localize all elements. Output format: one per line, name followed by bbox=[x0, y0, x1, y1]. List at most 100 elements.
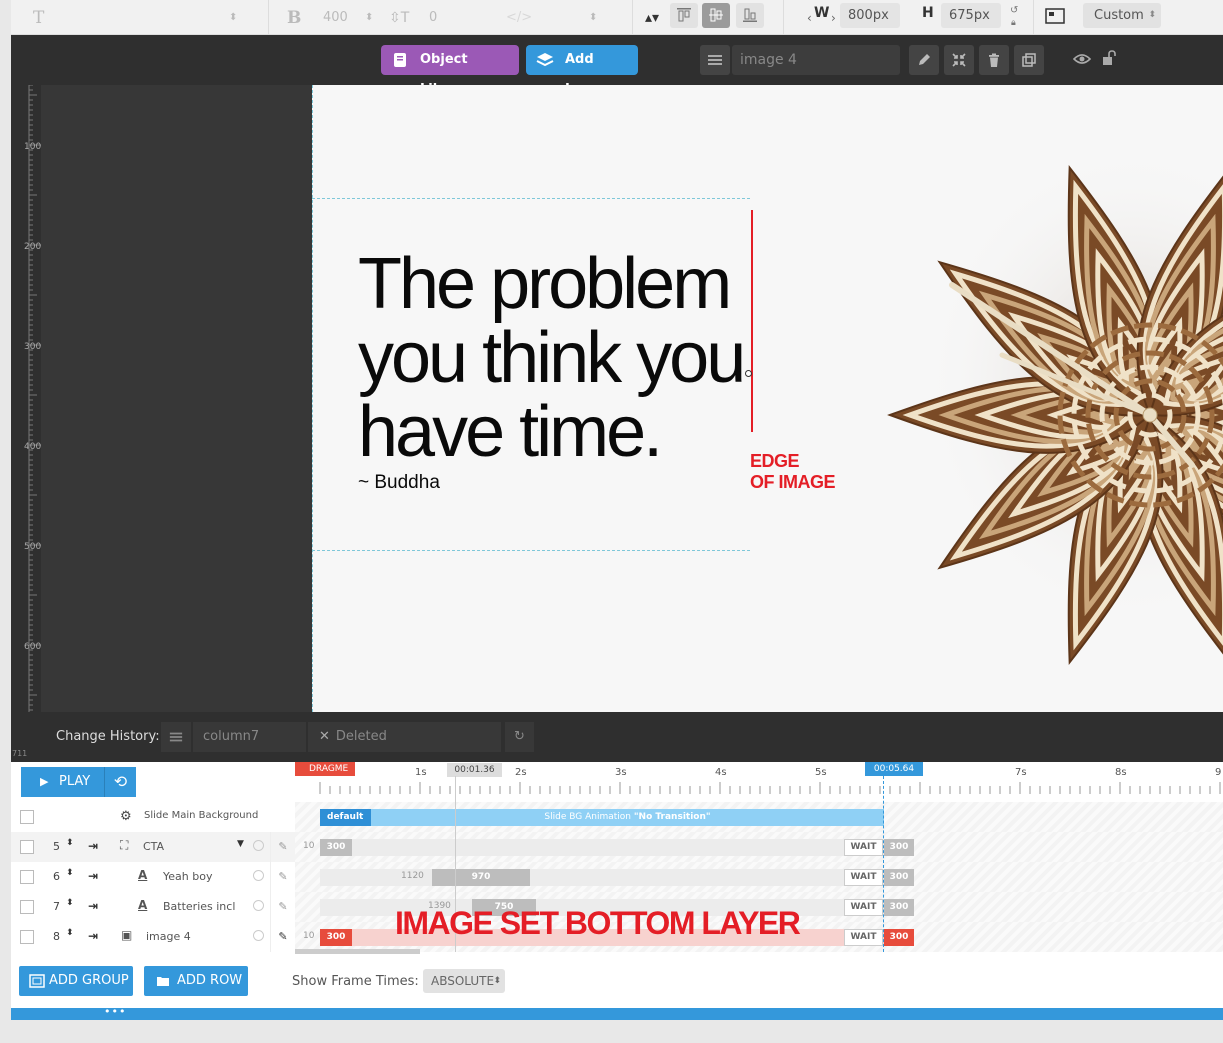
pencil-icon[interactable]: ✎ bbox=[270, 862, 295, 892]
wait-badge[interactable]: WAIT bbox=[844, 869, 883, 886]
sort-arrows-icon[interactable]: ⬍ bbox=[66, 838, 74, 848]
lock-ratio-icon[interactable]: 🔒︎ bbox=[1011, 12, 1016, 34]
pencil-icon[interactable]: ✎ bbox=[270, 892, 295, 922]
width-input[interactable]: 800px bbox=[840, 3, 900, 28]
row-checkbox[interactable] bbox=[20, 840, 34, 854]
align-bottom-button[interactable] bbox=[736, 3, 764, 28]
timeline-tick-label: 7s bbox=[1015, 767, 1027, 778]
layer-in-animation[interactable]: 300 bbox=[320, 839, 352, 856]
dragme-handle[interactable]: DRAGME bbox=[295, 762, 355, 776]
layer-name-input[interactable]: image 4 bbox=[732, 45, 900, 75]
select-arrows-icon: ⬍ bbox=[493, 976, 501, 986]
layer-name: Yeah boy bbox=[163, 870, 213, 883]
bg-animation-bar[interactable]: Slide BG Animation "No Transition" bbox=[371, 809, 884, 826]
history-rewind-icon[interactable]: ⟲ bbox=[104, 767, 136, 797]
history-item-field[interactable]: column7 bbox=[193, 722, 306, 752]
caret-down-icon[interactable]: ▼ bbox=[237, 839, 244, 849]
align-end-icon[interactable]: ⇥ bbox=[88, 899, 98, 913]
row-checkbox[interactable] bbox=[20, 810, 34, 824]
stepper-icon[interactable]: ⬍ bbox=[589, 7, 597, 29]
history-menu-button[interactable] bbox=[161, 722, 191, 752]
add-row-button[interactable]: ADD ROW bbox=[144, 966, 248, 996]
font-weight-value[interactable]: 400 bbox=[323, 7, 348, 29]
quote-line: have time. bbox=[358, 392, 663, 463]
layer-index: 7 bbox=[53, 900, 60, 913]
layer-menu-button[interactable] bbox=[700, 45, 730, 75]
unlock-icon[interactable] bbox=[1101, 50, 1117, 69]
layer-in-animation[interactable]: 970 bbox=[432, 869, 530, 886]
quote-text-layer[interactable]: The problem is you think you have time. bbox=[358, 247, 750, 463]
pencil-icon[interactable]: ✎ bbox=[270, 832, 295, 862]
align-end-icon[interactable]: ⇥ bbox=[88, 869, 98, 883]
history-refresh-button[interactable]: ↻ bbox=[505, 722, 534, 752]
frame-times-select[interactable]: ABSOLUTE ⬍ bbox=[423, 969, 505, 993]
layer-duration-bar[interactable] bbox=[320, 839, 884, 856]
delete-layer-button[interactable] bbox=[979, 45, 1009, 75]
sort-arrows-icon[interactable]: ⬍ bbox=[66, 868, 74, 878]
height-input[interactable]: 675px bbox=[941, 3, 1001, 28]
wooden-clock-image[interactable] bbox=[832, 85, 1223, 705]
layer-out-animation[interactable]: 300 bbox=[884, 869, 914, 886]
visibility-toggle-icon[interactable] bbox=[253, 900, 264, 911]
slide-canvas[interactable]: The problem is you think you have time. … bbox=[312, 85, 1223, 712]
align-middle-button[interactable] bbox=[702, 3, 730, 28]
layer-out-animation[interactable]: 300 bbox=[884, 839, 914, 856]
line-height-value[interactable]: 0 bbox=[429, 7, 437, 29]
wait-badge[interactable]: WAIT bbox=[844, 899, 883, 916]
align-end-icon[interactable]: ⇥ bbox=[88, 929, 98, 943]
group-icon: ⛶ bbox=[120, 838, 129, 852]
visibility-toggle-icon[interactable] bbox=[253, 870, 264, 881]
wait-badge[interactable]: WAIT bbox=[844, 839, 883, 856]
add-group-button[interactable]: ADD GROUP bbox=[19, 966, 133, 996]
history-status-field[interactable]: ✕ Deleted bbox=[308, 722, 501, 752]
layer-name: Batteries incl bbox=[163, 900, 236, 913]
gear-icon[interactable]: ⚙ bbox=[120, 809, 132, 824]
sort-arrows-icon[interactable]: ⬍ bbox=[66, 898, 74, 908]
row-checkbox[interactable] bbox=[20, 930, 34, 944]
code-icon[interactable]: </> bbox=[506, 7, 532, 29]
slide-end-time-badge[interactable]: 00:05.64 bbox=[865, 762, 923, 776]
editor-toolbar: Object Library Add Layer image 4 bbox=[11, 35, 1223, 97]
pencil-icon bbox=[919, 54, 930, 65]
close-icon: ✕ bbox=[319, 729, 330, 744]
align-top-button[interactable] bbox=[670, 3, 698, 28]
author-text-layer[interactable]: ~ Buddha bbox=[358, 472, 440, 494]
size-mode-select[interactable]: Custom ⬍ bbox=[1083, 3, 1161, 28]
edit-layer-button[interactable] bbox=[909, 45, 939, 75]
z-order-icon[interactable]: ▴▾ bbox=[645, 7, 659, 29]
row-checkbox[interactable] bbox=[20, 870, 34, 884]
play-button[interactable]: ▶ PLAY ⟲ bbox=[21, 767, 136, 797]
pencil-icon[interactable]: ✎ bbox=[270, 922, 295, 952]
bg-default-badge[interactable]: default bbox=[320, 809, 371, 826]
ruler-label: 600 bbox=[24, 642, 41, 652]
add-layer-button[interactable]: Add Layer bbox=[526, 45, 638, 97]
history-status: Deleted bbox=[335, 729, 387, 744]
visibility-toggle-icon[interactable] bbox=[253, 930, 264, 941]
layer-out-animation[interactable]: 300 bbox=[884, 899, 914, 916]
font-family-icon[interactable]: T bbox=[33, 7, 44, 29]
duplicate-layer-button[interactable] bbox=[1014, 45, 1044, 75]
visibility-toggle-icon[interactable] bbox=[253, 840, 264, 851]
stepper-icon[interactable]: ⬍ bbox=[365, 7, 373, 29]
row-checkbox[interactable] bbox=[20, 900, 34, 914]
sort-arrows-icon[interactable]: ⬍ bbox=[66, 928, 74, 938]
timeline-tick-label: 2s bbox=[515, 767, 527, 778]
resize-handle[interactable] bbox=[745, 370, 752, 377]
wait-badge[interactable]: WAIT bbox=[844, 929, 883, 946]
layer-in-animation[interactable]: 300 bbox=[320, 929, 352, 946]
change-history-label: Change History: bbox=[56, 729, 160, 744]
layer-out-animation[interactable]: 300 bbox=[884, 929, 914, 946]
layer-start-time: 10 bbox=[303, 931, 315, 941]
stepper-icon[interactable]: ⬍ bbox=[229, 7, 237, 29]
align-end-icon[interactable]: ⇥ bbox=[88, 839, 98, 853]
object-library-button[interactable]: Object Library bbox=[381, 45, 519, 97]
timeline-layer-row[interactable]: 6 ⬍ ⇥ A Yeah boy ✎ 1120 970 WAIT 300 bbox=[11, 862, 1223, 892]
drag-handle-icon[interactable]: ••• bbox=[104, 1005, 126, 1018]
timeline-ruler[interactable]: DRAGME 00:01.36 00:05.64 1s 2s 3s 4s 5s 7s 8s 9 bbox=[295, 762, 1223, 802]
layer-name: image 4 bbox=[146, 930, 191, 943]
timeline-layer-row[interactable]: 5 ⬍ ⇥ ⛶ CTA ▼ ✎ 10 300 WAIT 300 bbox=[11, 832, 1223, 862]
panel-resize-strip[interactable] bbox=[11, 1008, 1223, 1020]
eye-icon[interactable] bbox=[1072, 52, 1092, 69]
add-row-label: ADD ROW bbox=[177, 973, 243, 988]
fit-layer-button[interactable] bbox=[944, 45, 974, 75]
